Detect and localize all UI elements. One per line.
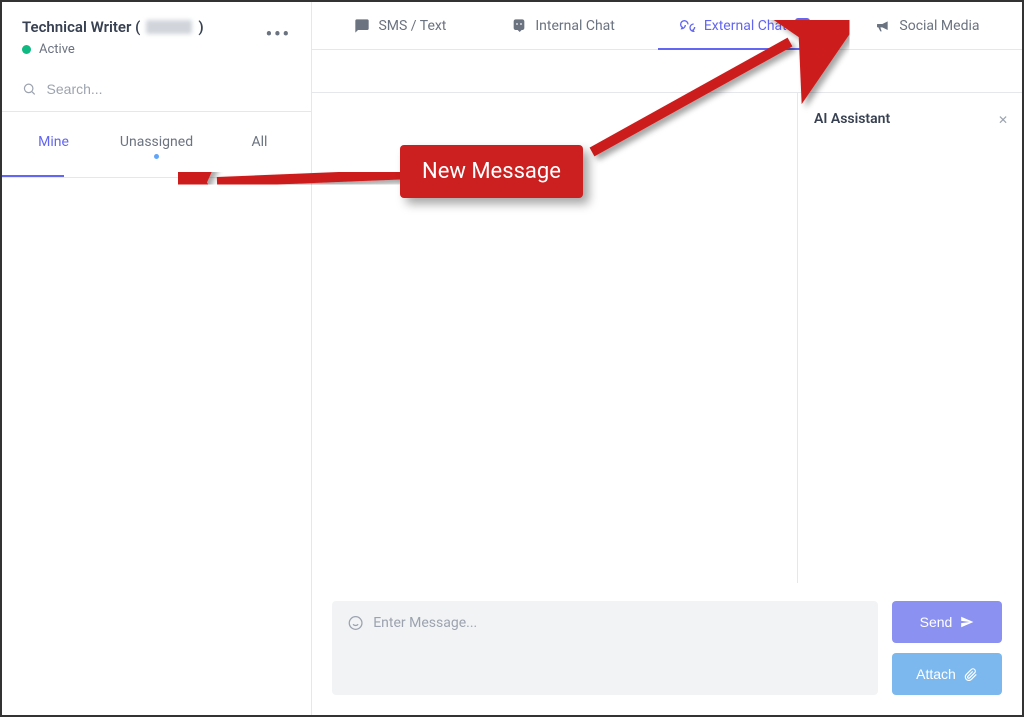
ai-assistant-panel: AI Assistant ✕	[797, 93, 1022, 583]
filter-tabs: Mine Unassigned All	[2, 112, 311, 178]
top-tabs: SMS / Text Internal Chat External Chat 1…	[312, 2, 1022, 50]
search-input[interactable]	[47, 81, 291, 97]
tab-external-label: External Chat	[704, 18, 787, 34]
composer: Send Attach	[312, 583, 1022, 715]
filter-tab-all-label: All	[252, 134, 268, 150]
emoji-icon[interactable]	[348, 615, 363, 631]
tab-sms[interactable]: SMS / Text	[340, 2, 460, 49]
ai-assistant-title: AI Assistant	[814, 111, 1006, 127]
sidebar-header: Technical Writer ( ) Active •••	[2, 2, 311, 67]
bullhorn-icon	[875, 18, 891, 34]
more-button[interactable]: •••	[266, 18, 291, 45]
content-row: AI Assistant ✕	[312, 92, 1022, 583]
external-chat-icon	[680, 18, 696, 34]
user-title-suffix: )	[198, 18, 203, 36]
user-title-redacted	[146, 20, 192, 34]
sms-icon	[354, 18, 370, 34]
attach-button-label: Attach	[916, 666, 956, 682]
ai-assistant-close[interactable]: ✕	[998, 113, 1008, 127]
message-input-wrapper[interactable]	[332, 601, 878, 695]
filter-tab-mine[interactable]: Mine	[2, 112, 105, 177]
filter-tab-unassigned[interactable]: Unassigned	[105, 112, 208, 177]
tab-internal-chat[interactable]: Internal Chat	[497, 2, 629, 49]
tab-social-label: Social Media	[899, 18, 979, 34]
attach-button[interactable]: Attach	[892, 653, 1002, 695]
filter-tab-unassigned-label: Unassigned	[120, 134, 193, 150]
tab-social-media[interactable]: Social Media	[861, 2, 993, 49]
attach-icon	[964, 667, 978, 681]
internal-chat-icon	[511, 18, 527, 34]
main-area: SMS / Text Internal Chat External Chat 1…	[312, 2, 1022, 715]
composer-actions: Send Attach	[892, 601, 1002, 695]
sidebar: Technical Writer ( ) Active ••• Mine Una…	[2, 2, 312, 715]
search-icon	[22, 81, 37, 97]
filter-tab-all[interactable]: All	[208, 112, 311, 177]
chat-messages	[312, 93, 797, 583]
conversation-list	[2, 178, 311, 715]
app-frame: Technical Writer ( ) Active ••• Mine Una…	[0, 0, 1024, 717]
search-wrapper[interactable]	[2, 67, 311, 112]
send-button-label: Send	[920, 614, 953, 630]
unassigned-indicator-icon	[154, 154, 159, 159]
tab-sms-label: SMS / Text	[378, 18, 446, 34]
status-dot-icon	[22, 45, 31, 54]
user-info: Technical Writer ( ) Active	[22, 18, 204, 57]
tab-external-chat[interactable]: External Chat 1	[666, 2, 825, 49]
user-title-prefix: Technical Writer (	[22, 18, 140, 36]
filter-tab-mine-label: Mine	[38, 134, 69, 150]
message-input[interactable]	[373, 615, 862, 647]
external-badge: 1	[795, 18, 811, 33]
chat-area	[312, 93, 797, 583]
user-title: Technical Writer ( )	[22, 18, 204, 36]
status-label: Active	[39, 42, 75, 57]
status-row[interactable]: Active	[22, 42, 204, 57]
send-icon	[960, 615, 974, 629]
send-button[interactable]: Send	[892, 601, 1002, 643]
tab-internal-label: Internal Chat	[535, 18, 615, 34]
